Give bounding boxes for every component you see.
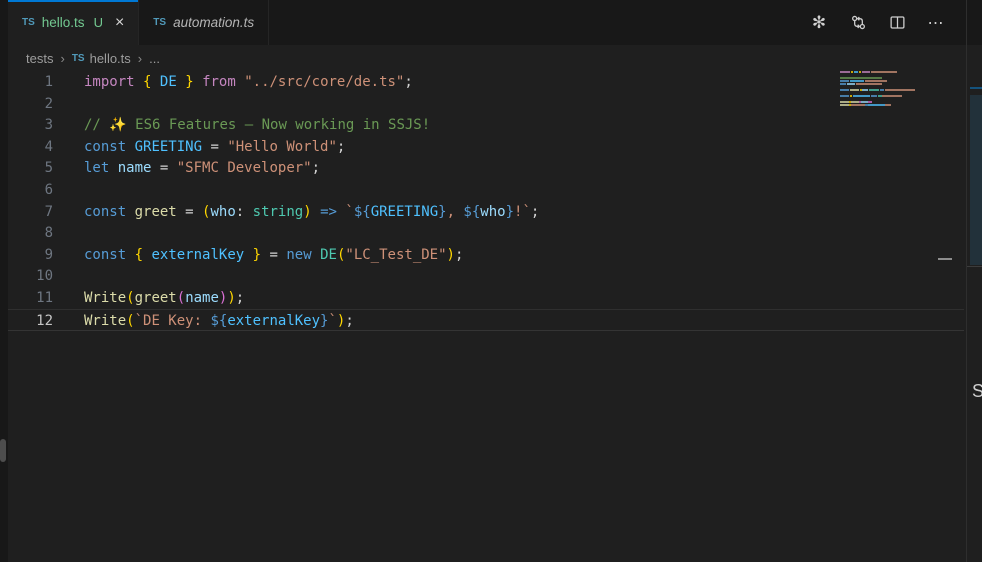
code-line-9[interactable]: 9 const { externalKey } = new DE("LC_Test… [8,244,964,266]
secondary-tab-strip [967,0,982,45]
left-edge-strip [0,0,8,562]
tab-automation.ts[interactable]: TS automation.ts [139,0,270,45]
code-line-11[interactable]: 11 Write(greet(name)); [8,287,964,309]
code-line-1[interactable]: 1 import { DE } from "../src/core/de.ts"; [8,71,964,93]
code-line-6[interactable]: 6 [8,179,964,201]
more-actions-icon[interactable]: ⋯ [926,13,946,33]
code-text: const { externalKey } = new DE("LC_Test_… [84,246,464,263]
untracked-badge: U [93,15,103,30]
code-text: Write(`DE Key: ${externalKey}`); [84,312,354,329]
line-number: 7 [44,203,53,220]
line-number: 8 [44,225,53,242]
editor-tab-bar: TS hello.ts U × TS automation.ts ✻ ⋯ [8,0,966,45]
line-number: 2 [44,95,53,112]
line-number: 3 [44,117,53,134]
breadcrumb-label: hello.ts [89,50,131,66]
code-line-2[interactable]: 2 [8,93,964,115]
tab-label: hello.ts [41,15,85,30]
line-number: 12 [36,312,53,329]
typescript-icon: TS [22,17,35,28]
secondary-accent-dash [970,87,982,89]
breadcrumb-item-...[interactable]: ... [149,51,160,66]
breadcrumb-label: ... [149,50,160,66]
breadcrumb-item-hello.ts[interactable]: TS hello.ts [72,51,131,66]
code-text: Write(greet(name)); [84,290,245,306]
secondary-partial-text: S [972,381,982,401]
typescript-icon: TS [71,52,85,64]
secondary-divider [967,266,982,267]
line-number: 4 [44,138,53,155]
code-text: const greet = (who: string) => `${GREETI… [84,203,540,220]
code-line-10[interactable]: 10 [8,265,964,287]
tab-label: automation.ts [173,15,255,30]
close-icon[interactable]: × [115,14,124,31]
line-number: 6 [44,182,53,198]
breadcrumb: tests › TS hello.ts ›... [8,45,966,71]
code-editor[interactable]: 1 import { DE } from "../src/core/de.ts";… [8,71,966,562]
code-line-12[interactable]: 12 Write(`DE Key: ${externalKey}`); [8,308,964,331]
git-compare-icon[interactable] [848,13,868,33]
secondary-scrollbar[interactable] [970,95,982,265]
code-text: let name = "SFMC Developer"; [84,160,321,177]
line-number: 1 [44,74,53,90]
line-number: 11 [36,290,53,306]
code-text: const GREETING = "Hello World"; [84,138,346,155]
line-number: 5 [44,160,53,177]
editor-group-main: TS hello.ts U × TS automation.ts ✻ ⋯ tes… [8,0,966,562]
code-line-8[interactable]: 8 [8,222,964,244]
tab-hello.ts[interactable]: TS hello.ts U × [8,0,140,45]
breadcrumb-item-tests[interactable]: tests [26,51,53,66]
code-line-3[interactable]: 3 // ✨ ES6 Features — Now working in SSJS… [8,114,964,136]
secondary-editor-group[interactable]: S [966,0,982,562]
chevron-right-icon: › [137,50,143,66]
line-number: 9 [44,246,53,263]
line-number: 10 [36,268,53,285]
openai-icon[interactable]: ✻ [809,13,829,33]
overview-ruler-marker [938,258,952,260]
code-line-5[interactable]: 5 let name = "SFMC Developer"; [8,157,964,179]
code-line-7[interactable]: 7 const greet = (who: string) => `${GREET… [8,201,964,223]
code-text: import { DE } from "../src/core/de.ts"; [84,74,413,90]
typescript-icon: TS [153,17,167,28]
chevron-right-icon: › [60,50,65,66]
tabs-container: TS hello.ts U × TS automation.ts [8,0,270,45]
left-scrollbar-handle[interactable] [0,439,6,462]
editor-actions: ✻ ⋯ [809,0,966,45]
vscode-window: TS hello.ts U × TS automation.ts ✻ ⋯ tes… [0,0,982,562]
active-tab-indicator [8,0,139,2]
code-text: // ✨ ES6 Features — Now working in SSJS! [84,117,431,134]
breadcrumb-label: tests [26,50,54,66]
split-editor-icon[interactable] [887,13,907,33]
code-line-4[interactable]: 4 const GREETING = "Hello World"; [8,136,964,158]
